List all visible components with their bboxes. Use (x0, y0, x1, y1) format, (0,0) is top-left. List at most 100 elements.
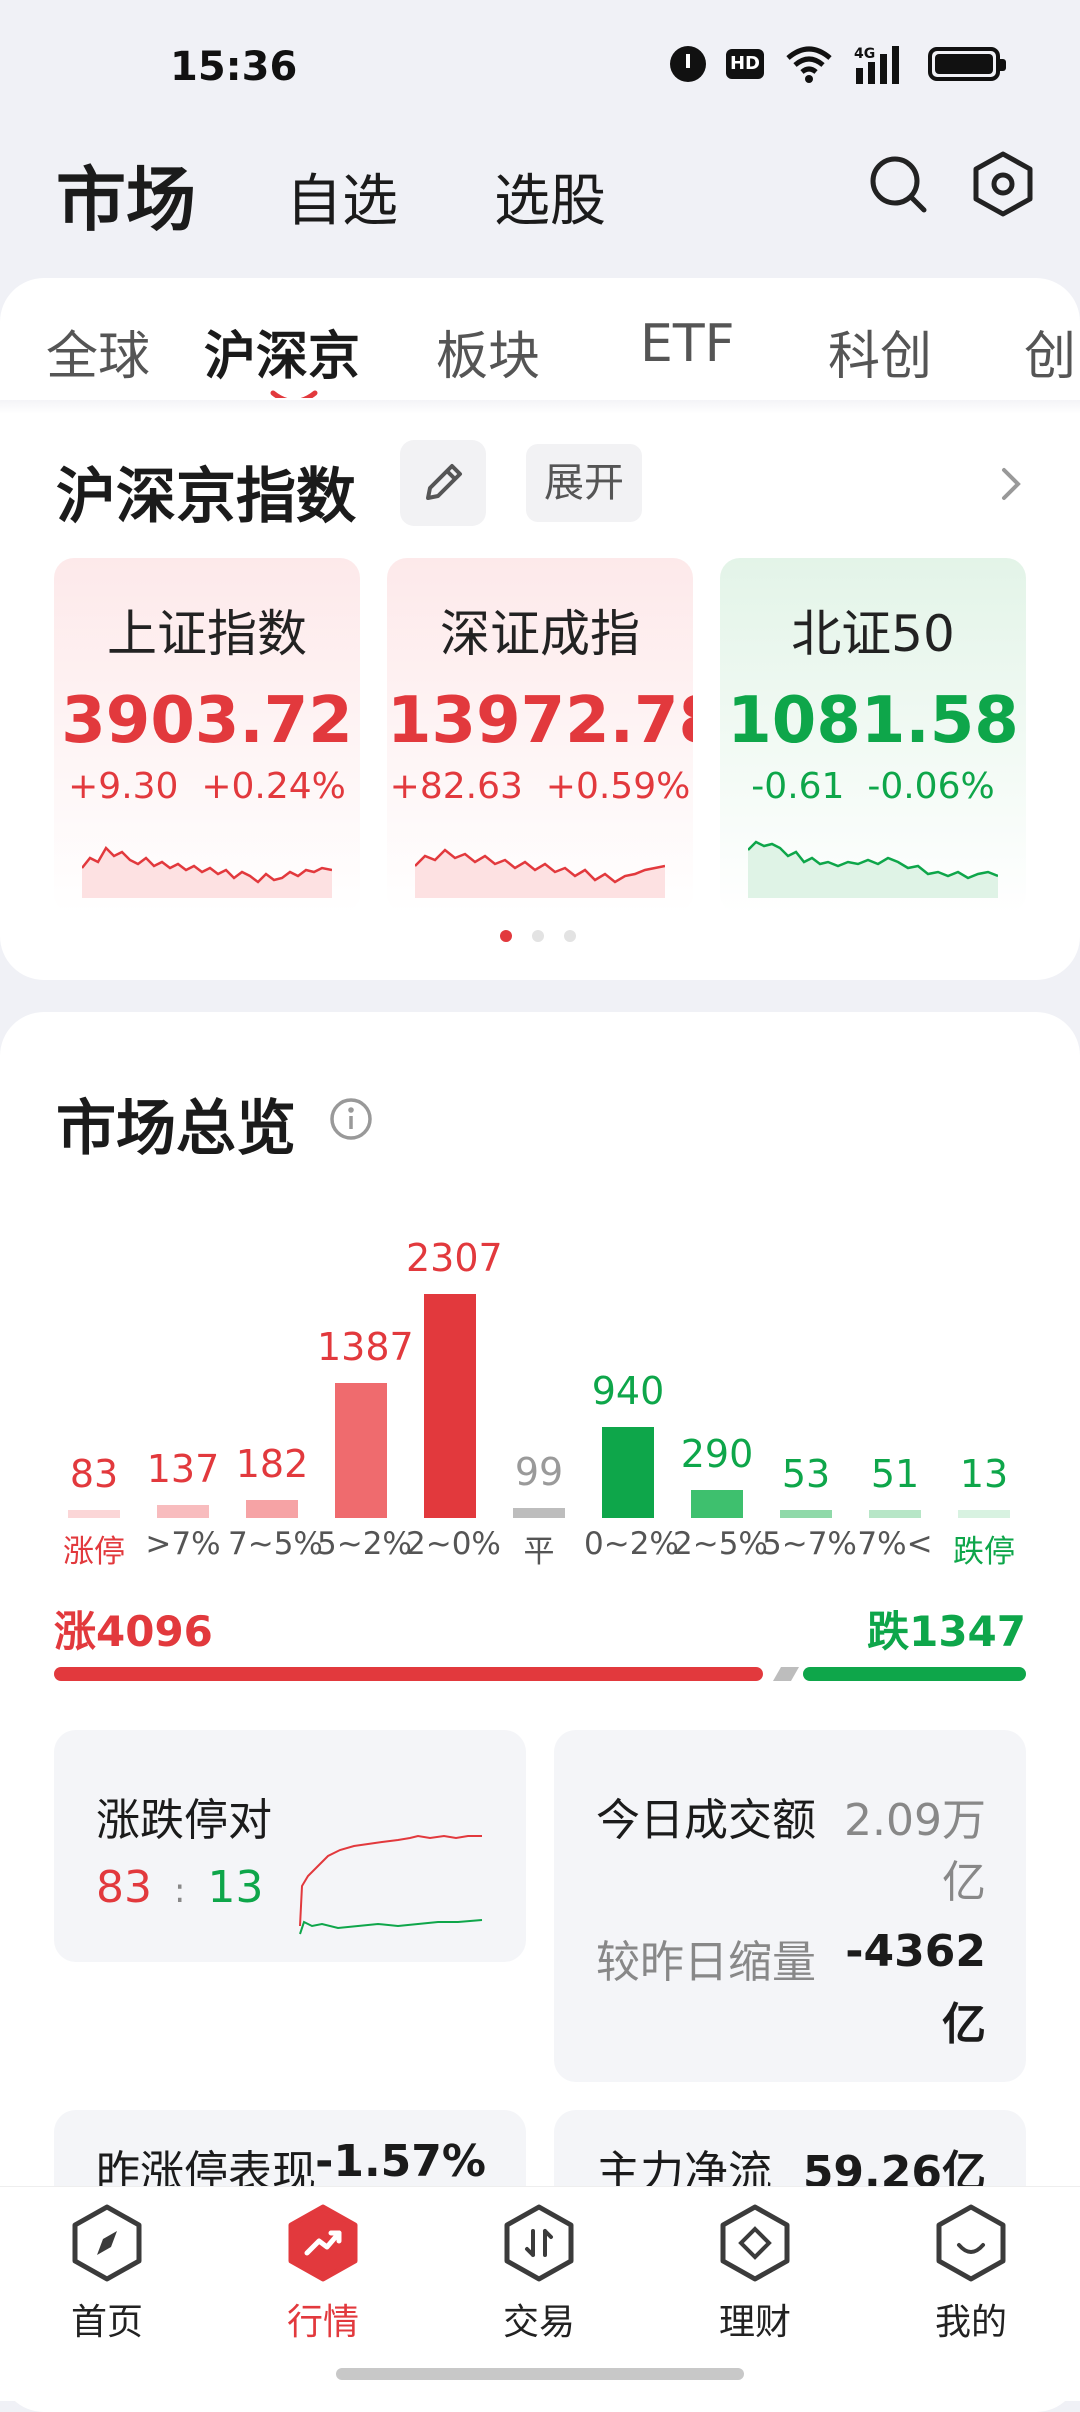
chart-bar (424, 1294, 476, 1518)
trade-icon (504, 2204, 574, 2282)
index-change-percent: +0.24% (201, 766, 346, 807)
network-type-label: 4G (854, 46, 875, 62)
nav-home[interactable]: 首页 (32, 2203, 182, 2345)
chart-category-label: 5~7% (762, 1526, 857, 1562)
profile-icon (936, 2204, 1006, 2282)
chart-bar (157, 1504, 209, 1518)
tabs-divider (0, 400, 1080, 414)
nav-label: 我的 (934, 2302, 1007, 2343)
nav-trade[interactable]: 交易 (464, 2203, 614, 2345)
chart-category-label: >7% (145, 1526, 221, 1562)
market-tabs: 全球 沪深京 板块 ETF 科创 创 (0, 278, 1080, 398)
chart-bar (246, 1500, 298, 1518)
index-name: 上证指数 (107, 605, 307, 663)
chart-category-label: 7%< (857, 1526, 933, 1562)
tab-sectors[interactable]: 板块 (436, 314, 540, 389)
chart-bar (602, 1426, 654, 1518)
index-change: -0.61 -0.06% (720, 766, 1026, 807)
nav-stock-picker[interactable]: 选股 (494, 156, 606, 237)
compass-icon (72, 2204, 142, 2282)
limit-pair-separator: : (174, 1871, 186, 1911)
trend-icon (288, 2204, 358, 2282)
limit-pair-values: 83 : 13 (96, 1862, 263, 1913)
chart-value-label: 13 (959, 1452, 1009, 1496)
wifi-icon (786, 46, 832, 83)
chart-bar (691, 1489, 743, 1518)
wealth-icon (720, 2204, 790, 2282)
fall-segment (803, 1667, 1026, 1681)
tab-etf[interactable]: ETF (640, 314, 735, 374)
search-icon[interactable] (868, 154, 928, 214)
index-card-beijing50[interactable]: 北证50 1081.58 -0.61 -0.06% (720, 558, 1026, 914)
yesterday-limit-value: -1.57% (315, 2136, 486, 2187)
indices-title: 沪深京指数 (56, 462, 356, 532)
info-icon[interactable] (328, 1096, 374, 1142)
nav-wealth[interactable]: 理财 (680, 2203, 830, 2345)
limit-pair-trend-chart (299, 1834, 483, 1935)
tab-global[interactable]: 全球 (46, 314, 150, 389)
nav-watchlist[interactable]: 自选 (286, 156, 398, 237)
chart-value-label: 99 (514, 1450, 564, 1495)
index-card-shenzhen[interactable]: 深证成指 13972.78 +82.63 +0.59% (387, 558, 693, 914)
chart-value-label: 53 (781, 1452, 831, 1496)
index-pager-dots (500, 930, 576, 942)
tab-shanghai-shenzhen-beijing[interactable]: 沪深京 (204, 314, 360, 389)
turnover-card[interactable]: 今日成交额 2.09万 亿 较昨日缩量 -4362 亿 (554, 1730, 1026, 2082)
edit-button[interactable] (400, 440, 486, 526)
nav-profile[interactable]: 我的 (896, 2203, 1046, 2345)
index-change-percent: -0.06% (867, 766, 995, 807)
index-change: +9.30 +0.24% (54, 766, 360, 807)
chart-value-label: 290 (680, 1431, 754, 1476)
page-title: 市场 (56, 159, 196, 241)
turnover-compare-unit: 亿 (942, 1999, 986, 2050)
tab-star-market[interactable]: 科创 (828, 314, 932, 389)
chart-category-label: 跌停 (953, 1534, 1015, 1570)
tab-chinext[interactable]: 创 (1024, 314, 1076, 389)
limit-pair-title: 涨跌停对 (96, 1795, 272, 1846)
home-indicator[interactable] (336, 2368, 744, 2380)
chevron-right-icon[interactable] (996, 462, 1026, 506)
turnover-compare-value: -4362 (845, 1926, 986, 1977)
settings-icon[interactable] (970, 150, 1036, 218)
pager-dot (532, 930, 544, 942)
chart-bar (780, 1510, 832, 1518)
rise-segment (54, 1667, 763, 1681)
rise-fall-ratio-bar (54, 1667, 1026, 1681)
status-time: 15:36 (170, 44, 298, 90)
turnover-unit: 亿 (942, 1857, 986, 1908)
status-icons: HD 4G (670, 44, 1006, 84)
overview-title: 市场总览 (56, 1094, 296, 1164)
index-name: 深证成指 (440, 605, 640, 663)
index-change-points: +82.63 (389, 766, 523, 807)
chart-bar (68, 1509, 120, 1518)
chart-category-label: 0~2% (584, 1526, 679, 1562)
chart-category-label: 平 (523, 1534, 555, 1570)
pencil-icon (426, 464, 462, 500)
index-change: +82.63 +0.59% (387, 766, 693, 807)
nav-market[interactable]: 行情 (248, 2203, 398, 2345)
expand-button[interactable]: 展开 (526, 444, 642, 522)
chart-value-label: 1387 (317, 1325, 414, 1370)
index-change-points: +9.30 (68, 766, 179, 807)
index-value: 13972.78 (387, 684, 693, 758)
nav-label: 理财 (718, 2302, 791, 2343)
chart-value-label: 2307 (406, 1236, 503, 1280)
turnover-value: 2.09万 (844, 1795, 986, 1846)
limit-pair-card[interactable]: 涨跌停对 83 : 13 (54, 1730, 526, 1962)
chart-value-label: 137 (146, 1446, 220, 1491)
nav-label: 交易 (502, 2302, 575, 2343)
limit-down-count: 13 (207, 1862, 264, 1913)
chart-bar (513, 1508, 565, 1518)
status-bar: 15:36 HD 4G (0, 0, 1080, 130)
app-header: 市场 自选 选股 (0, 130, 1080, 270)
index-sparkline (82, 845, 332, 898)
battery-icon (928, 47, 1006, 81)
flat-segment (773, 1667, 799, 1681)
index-change-percent: +0.59% (545, 766, 691, 807)
chart-category-label: 5~2% (317, 1526, 412, 1562)
index-sparkline (415, 848, 665, 898)
pager-dot-active (500, 930, 512, 942)
chart-bar (958, 1510, 1010, 1518)
index-value: 3903.72 (61, 684, 353, 758)
index-card-shanghai[interactable]: 上证指数 3903.72 +9.30 +0.24% (54, 558, 360, 914)
